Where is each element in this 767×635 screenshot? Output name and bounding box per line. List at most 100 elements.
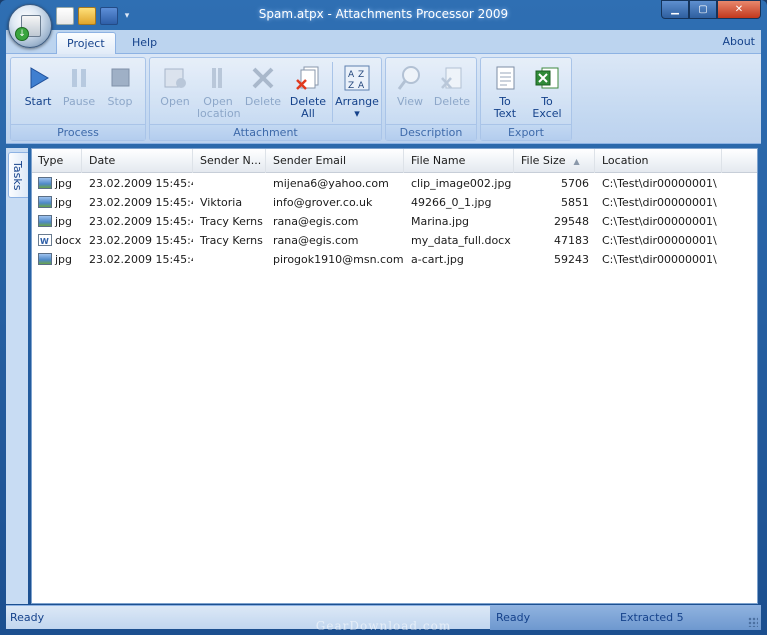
file-size-cell: 47183 (554, 234, 589, 247)
sender-name-cell (194, 250, 266, 269)
column-header-date[interactable]: Date (83, 149, 193, 173)
sender-name-cell: Tracy Kerns (200, 234, 263, 247)
to-excel-button[interactable]: To Excel (526, 62, 568, 124)
about-link[interactable]: About (722, 35, 755, 48)
file-name-cell: clip_image002.jpg (411, 177, 512, 190)
column-header-location[interactable]: Location (596, 149, 722, 173)
image-file-icon (38, 196, 52, 208)
location-cell: C:\Test\dir00000001\ (602, 215, 717, 228)
open-folder-icon[interactable] (78, 7, 96, 25)
view-description-button[interactable]: View (389, 62, 431, 124)
date-cell: 23.02.2009 15:45:42 (89, 253, 193, 266)
tasks-tab[interactable]: Tasks (8, 152, 28, 198)
column-header-sender-name[interactable]: Sender N... (194, 149, 266, 173)
svg-text:A: A (358, 81, 365, 91)
type-cell: jpg (32, 250, 82, 269)
sender-email-cell: rana@egis.com (273, 215, 359, 228)
open-location-icon (212, 68, 222, 88)
delete-description-button[interactable]: Delete (431, 62, 473, 124)
stop-button[interactable]: Stop (99, 62, 141, 124)
column-header-file-name[interactable]: File Name (405, 149, 514, 173)
window-controls: ▁ ▢ ✕ (661, 0, 761, 19)
pause-button[interactable]: Pause (58, 62, 100, 124)
sender-email-cell: pirogok1910@msn.com (273, 253, 404, 266)
table-row[interactable]: jpg 23.02.2009 15:45:42 pirogok1910@msn.… (32, 250, 757, 269)
save-icon[interactable] (100, 7, 118, 25)
ribbon: Start Pause Stop Process Open Open locat… (6, 54, 761, 144)
file-size-cell: 5851 (561, 196, 589, 209)
open-label: Open (160, 95, 190, 108)
type-text: jpg (55, 177, 73, 190)
type-cell: jpg (32, 212, 82, 231)
close-button[interactable]: ✕ (717, 0, 761, 19)
stop-icon (111, 68, 130, 87)
sender-email-cell: mijena6@yahoo.com (273, 177, 389, 190)
minimize-button[interactable]: ▁ (661, 0, 689, 19)
attachments-list[interactable]: Type Date Sender N... Sender Email File … (31, 148, 758, 604)
image-file-icon (38, 215, 52, 227)
table-row[interactable]: jpg 23.02.2009 15:45:43 mijena6@yahoo.co… (32, 174, 757, 193)
location-cell: C:\Test\dir00000001\ (602, 196, 717, 209)
open-attachment-icon (164, 68, 186, 88)
to-text-button[interactable]: To Text (484, 62, 526, 124)
location-cell: C:\Test\dir00000001\ (602, 234, 717, 247)
open-button[interactable]: Open (154, 62, 196, 124)
sender-email-cell: rana@egis.com (273, 234, 359, 247)
column-header-sender-email[interactable]: Sender Email (267, 149, 404, 173)
svg-text:A: A (348, 70, 355, 80)
date-cell: 23.02.2009 15:45:41 (89, 215, 193, 228)
open-location-button[interactable]: Open location (197, 62, 241, 124)
delete-description-label: Delete (433, 95, 471, 108)
type-text: docx (55, 234, 82, 247)
file-size-cell: 29548 (554, 215, 589, 228)
magnifier-icon (397, 66, 420, 90)
type-text: jpg (55, 196, 73, 209)
to-excel-label-2: Excel (532, 107, 562, 120)
sender-name-cell (194, 174, 266, 193)
pause-icon (72, 69, 86, 87)
svg-text:Z: Z (358, 70, 364, 80)
quick-access-toolbar: ▾ (56, 6, 132, 26)
sender-name-cell: Tracy Kerns (200, 215, 263, 228)
group-description-label: Description (386, 124, 476, 140)
start-button[interactable]: Start (17, 62, 59, 124)
list-header: Type Date Sender N... Sender Email File … (32, 149, 757, 173)
ribbon-separator (332, 62, 333, 122)
type-text: jpg (55, 215, 73, 228)
group-process: Start Pause Stop Process (10, 57, 146, 141)
arrange-button[interactable]: A Z Z A Arrange ▾ (335, 62, 379, 124)
table-row[interactable]: jpg 23.02.2009 15:45:42 Viktoria info@gr… (32, 193, 757, 212)
delete-attachment-button[interactable]: Delete (242, 62, 284, 124)
application-menu-orb[interactable]: ↓ (8, 4, 52, 48)
app-window: Spam.atpx - Attachments Processor 2009 ▾… (0, 0, 767, 635)
table-row[interactable]: docx 23.02.2009 15:45:41 Tracy Kerns ran… (32, 231, 757, 250)
group-attachment-label: Attachment (150, 124, 381, 140)
delete-description-icon (441, 67, 462, 89)
sender-name-cell: Viktoria (200, 196, 243, 209)
tasks-panel: Tasks (6, 148, 28, 604)
date-cell: 23.02.2009 15:45:41 (89, 234, 193, 247)
date-cell: 23.02.2009 15:45:42 (89, 196, 193, 209)
type-text: jpg (55, 253, 73, 266)
delete-all-button[interactable]: Delete All (287, 62, 329, 124)
excel-icon (535, 67, 559, 89)
delete-all-label-2: All (301, 107, 315, 120)
maximize-button[interactable]: ▢ (689, 0, 717, 19)
title-bar[interactable]: Spam.atpx - Attachments Processor 2009 ▾… (0, 0, 767, 30)
column-header-file-size[interactable]: File Size ▲ (515, 149, 595, 173)
image-file-icon (38, 177, 52, 189)
start-label: Start (24, 95, 52, 108)
new-icon[interactable] (56, 7, 74, 25)
column-header-type[interactable]: Type (32, 149, 82, 173)
file-name-cell: Marina.jpg (411, 215, 470, 228)
customize-dropdown-icon[interactable]: ▾ (122, 7, 132, 25)
tab-project[interactable]: Project (56, 32, 116, 54)
table-row[interactable]: jpg 23.02.2009 15:45:41 Tracy Kerns rana… (32, 212, 757, 231)
tab-help[interactable]: Help (122, 32, 167, 54)
word-document-icon (38, 232, 52, 250)
arrange-dropdown-icon: ▾ (354, 107, 360, 120)
type-cell: docx (32, 231, 82, 250)
delete-attachment-label: Delete (244, 95, 282, 108)
delete-x-icon (252, 67, 274, 89)
file-size-cell: 5706 (561, 177, 589, 190)
